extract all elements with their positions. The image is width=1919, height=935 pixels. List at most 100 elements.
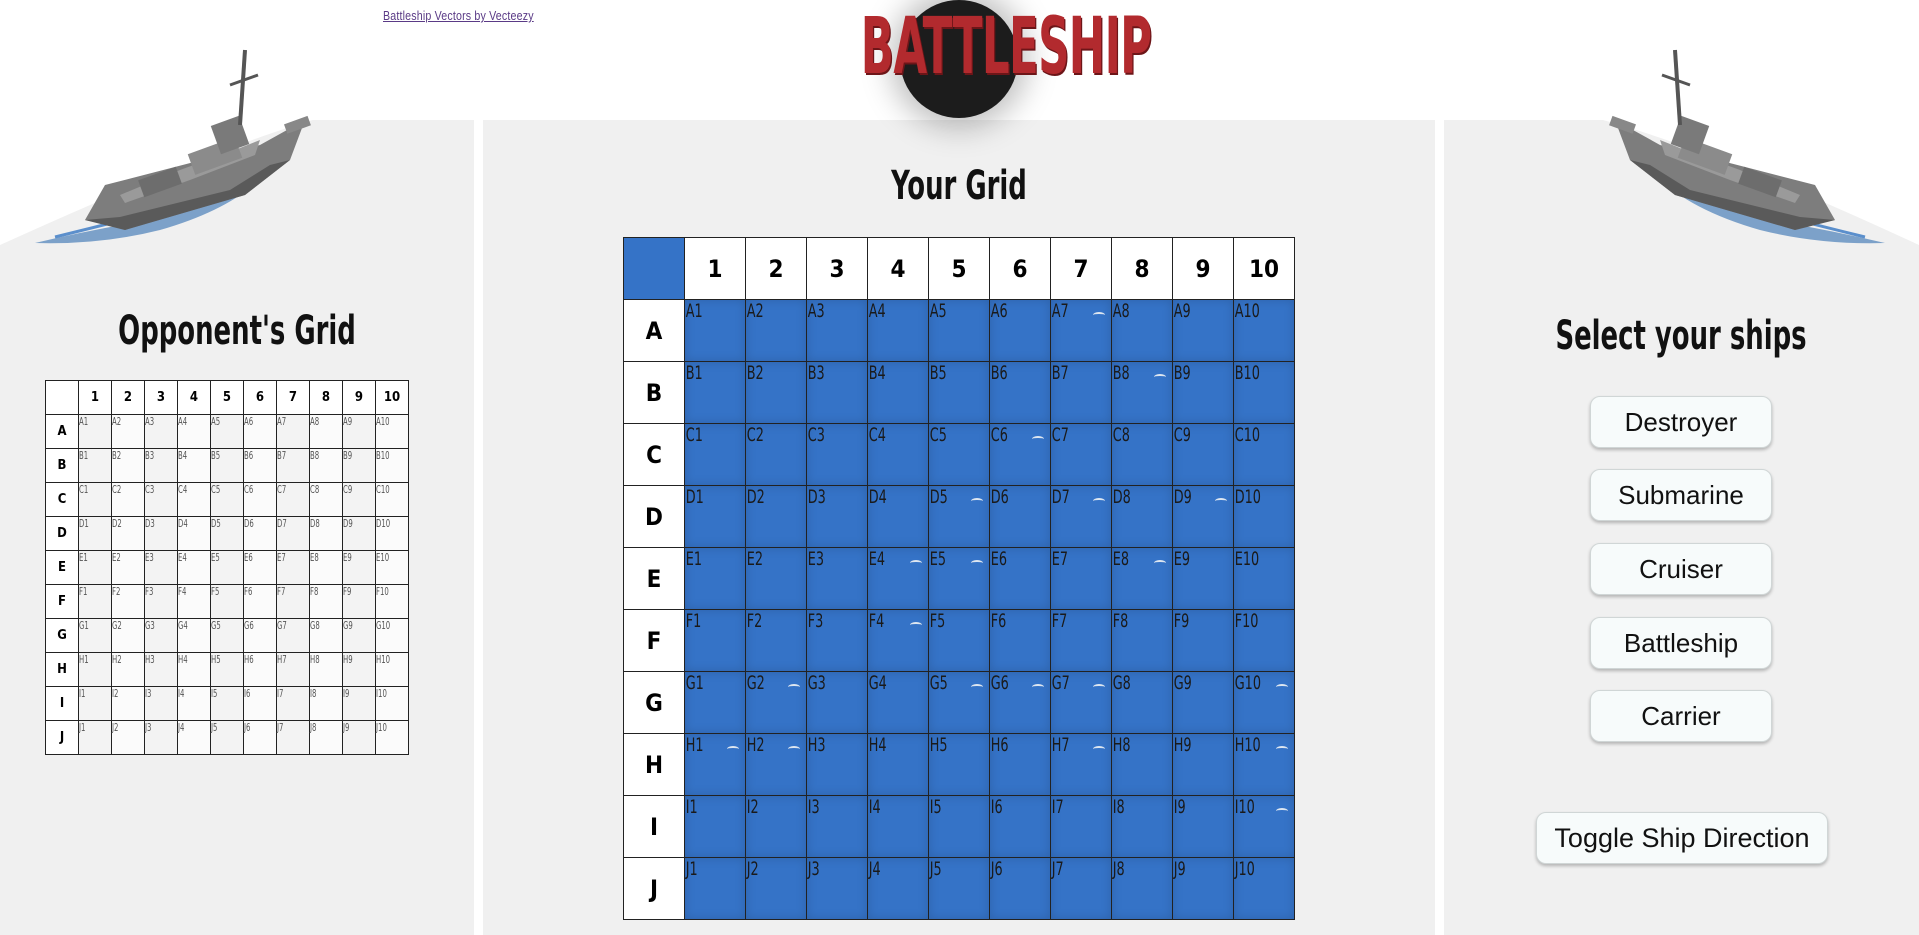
grid-cell[interactable]: G6: [989, 671, 1051, 734]
grid-cell[interactable]: B2: [745, 361, 807, 424]
grid-cell[interactable]: B1: [78, 448, 112, 483]
grid-cell[interactable]: J8: [1111, 857, 1173, 920]
grid-cell[interactable]: C9: [1172, 423, 1234, 486]
grid-cell[interactable]: D1: [78, 516, 112, 551]
grid-cell[interactable]: E10: [375, 550, 409, 585]
grid-cell[interactable]: D3: [806, 485, 868, 548]
grid-cell[interactable]: A2: [111, 414, 145, 449]
grid-cell[interactable]: A3: [806, 299, 868, 362]
grid-cell[interactable]: G2: [745, 671, 807, 734]
grid-cell[interactable]: A8: [309, 414, 343, 449]
grid-cell[interactable]: C4: [867, 423, 929, 486]
grid-cell[interactable]: B6: [243, 448, 277, 483]
grid-cell[interactable]: I6: [243, 686, 277, 721]
grid-cell[interactable]: G4: [177, 618, 211, 653]
grid-cell[interactable]: I10: [1233, 795, 1295, 858]
grid-cell[interactable]: H3: [144, 652, 178, 687]
grid-cell[interactable]: D1: [684, 485, 746, 548]
grid-cell[interactable]: G7: [276, 618, 310, 653]
grid-cell[interactable]: B7: [1050, 361, 1112, 424]
grid-cell[interactable]: C7: [1050, 423, 1112, 486]
grid-cell[interactable]: B1: [684, 361, 746, 424]
grid-cell[interactable]: G4: [867, 671, 929, 734]
grid-cell[interactable]: C1: [78, 482, 112, 517]
grid-cell[interactable]: E5: [210, 550, 244, 585]
grid-cell[interactable]: A8: [1111, 299, 1173, 362]
grid-cell[interactable]: D4: [867, 485, 929, 548]
grid-cell[interactable]: A7: [276, 414, 310, 449]
grid-cell[interactable]: C8: [309, 482, 343, 517]
grid-cell[interactable]: I2: [745, 795, 807, 858]
grid-cell[interactable]: I6: [989, 795, 1051, 858]
grid-cell[interactable]: A1: [684, 299, 746, 362]
grid-cell[interactable]: J3: [806, 857, 868, 920]
grid-cell[interactable]: H8: [1111, 733, 1173, 796]
grid-cell[interactable]: J4: [177, 720, 211, 755]
grid-cell[interactable]: A5: [928, 299, 990, 362]
grid-cell[interactable]: E4: [177, 550, 211, 585]
grid-cell[interactable]: H1: [684, 733, 746, 796]
grid-cell[interactable]: F5: [210, 584, 244, 619]
grid-cell[interactable]: A9: [1172, 299, 1234, 362]
grid-cell[interactable]: B7: [276, 448, 310, 483]
grid-cell[interactable]: B6: [989, 361, 1051, 424]
grid-cell[interactable]: H6: [243, 652, 277, 687]
grid-cell[interactable]: D7: [276, 516, 310, 551]
grid-cell[interactable]: I8: [1111, 795, 1173, 858]
grid-cell[interactable]: G10: [375, 618, 409, 653]
grid-cell[interactable]: C2: [745, 423, 807, 486]
grid-cell[interactable]: C5: [928, 423, 990, 486]
grid-cell[interactable]: F7: [276, 584, 310, 619]
grid-cell[interactable]: C10: [375, 482, 409, 517]
grid-cell[interactable]: J7: [1050, 857, 1112, 920]
grid-cell[interactable]: A7: [1050, 299, 1112, 362]
grid-cell[interactable]: J2: [111, 720, 145, 755]
grid-cell[interactable]: D2: [111, 516, 145, 551]
grid-cell[interactable]: G8: [309, 618, 343, 653]
grid-cell[interactable]: C8: [1111, 423, 1173, 486]
grid-cell[interactable]: F2: [111, 584, 145, 619]
grid-cell[interactable]: J8: [309, 720, 343, 755]
grid-cell[interactable]: A6: [989, 299, 1051, 362]
grid-cell[interactable]: F10: [375, 584, 409, 619]
grid-cell[interactable]: D10: [1233, 485, 1295, 548]
grid-cell[interactable]: H10: [375, 652, 409, 687]
grid-cell[interactable]: E10: [1233, 547, 1295, 610]
cruiser-button[interactable]: Cruiser: [1590, 543, 1772, 595]
grid-cell[interactable]: J4: [867, 857, 929, 920]
grid-cell[interactable]: F9: [342, 584, 376, 619]
grid-cell[interactable]: H4: [867, 733, 929, 796]
grid-cell[interactable]: D9: [1172, 485, 1234, 548]
grid-cell[interactable]: C10: [1233, 423, 1295, 486]
grid-cell[interactable]: E7: [1050, 547, 1112, 610]
grid-cell[interactable]: D5: [210, 516, 244, 551]
grid-cell[interactable]: C1: [684, 423, 746, 486]
grid-cell[interactable]: H2: [745, 733, 807, 796]
grid-cell[interactable]: F2: [745, 609, 807, 672]
grid-cell[interactable]: I2: [111, 686, 145, 721]
carrier-button[interactable]: Carrier: [1590, 690, 1772, 742]
grid-cell[interactable]: F8: [1111, 609, 1173, 672]
grid-cell[interactable]: J7: [276, 720, 310, 755]
grid-cell[interactable]: I4: [177, 686, 211, 721]
grid-cell[interactable]: I4: [867, 795, 929, 858]
grid-cell[interactable]: F6: [989, 609, 1051, 672]
grid-cell[interactable]: I3: [144, 686, 178, 721]
grid-cell[interactable]: C7: [276, 482, 310, 517]
grid-cell[interactable]: F6: [243, 584, 277, 619]
grid-cell[interactable]: E9: [1172, 547, 1234, 610]
grid-cell[interactable]: B4: [177, 448, 211, 483]
grid-cell[interactable]: H9: [1172, 733, 1234, 796]
grid-cell[interactable]: A9: [342, 414, 376, 449]
grid-cell[interactable]: A6: [243, 414, 277, 449]
grid-cell[interactable]: H5: [928, 733, 990, 796]
grid-cell[interactable]: E7: [276, 550, 310, 585]
grid-cell[interactable]: F7: [1050, 609, 1112, 672]
grid-cell[interactable]: J6: [243, 720, 277, 755]
grid-cell[interactable]: G3: [144, 618, 178, 653]
grid-cell[interactable]: F1: [78, 584, 112, 619]
grid-cell[interactable]: G6: [243, 618, 277, 653]
grid-cell[interactable]: E6: [989, 547, 1051, 610]
grid-cell[interactable]: B4: [867, 361, 929, 424]
grid-cell[interactable]: J1: [78, 720, 112, 755]
